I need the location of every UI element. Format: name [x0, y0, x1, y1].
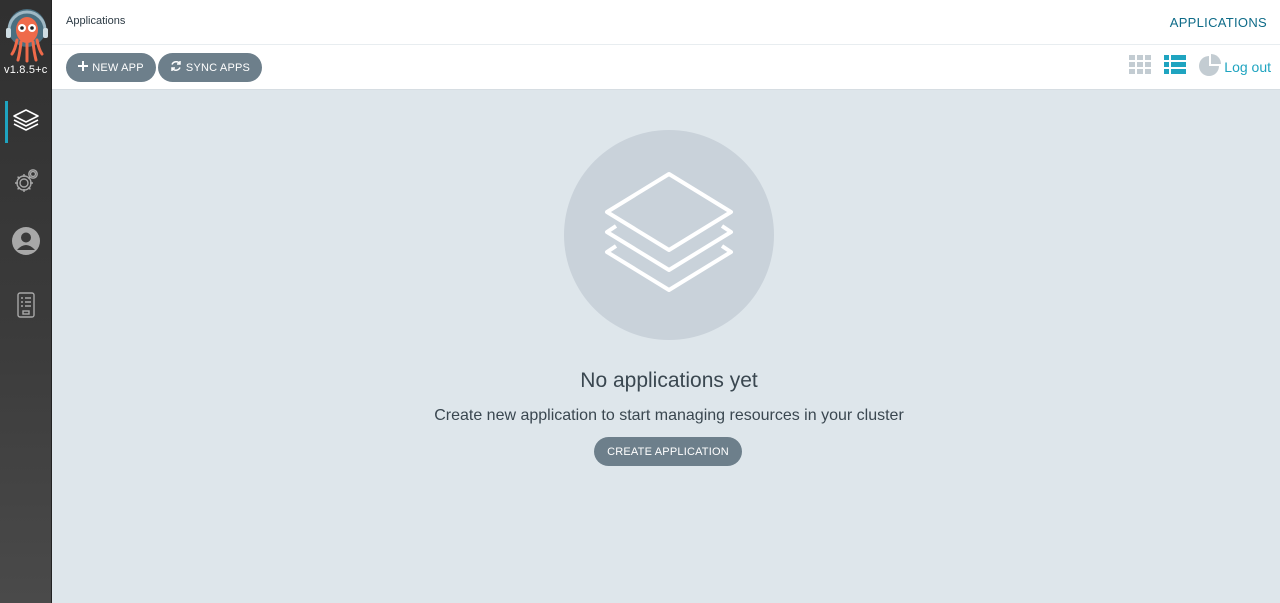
user-circle-icon: [11, 226, 41, 261]
tab-applications[interactable]: APPLICATIONS: [1170, 15, 1267, 30]
docs-icon: [15, 291, 37, 324]
list-icon[interactable]: [1163, 53, 1187, 77]
pie-chart-icon[interactable]: [1198, 53, 1222, 77]
top-bar: Applications APPLICATIONS: [52, 0, 1280, 45]
sidebar-item-user-info[interactable]: [0, 220, 52, 266]
new-app-button[interactable]: NEW APP: [66, 53, 156, 82]
sync-apps-button[interactable]: SYNC APPS: [158, 53, 262, 82]
new-app-label: NEW APP: [92, 61, 144, 74]
sidebar-item-applications[interactable]: [0, 99, 52, 145]
view-mode-switcher: [1128, 53, 1222, 77]
argo-logo[interactable]: [5, 8, 49, 64]
empty-state-illustration: [564, 130, 774, 340]
layers-icon: [12, 106, 40, 139]
sync-icon: [170, 60, 182, 75]
empty-state-subtitle: Create new application to start managing…: [434, 407, 904, 424]
sync-apps-label: SYNC APPS: [185, 61, 251, 74]
main-content: No applications yet Create new applicati…: [52, 90, 1280, 603]
empty-state-title: No applications yet: [580, 369, 758, 392]
sidebar-item-settings[interactable]: [0, 160, 52, 206]
logout-link[interactable]: Log out: [1224, 59, 1271, 75]
toolbar: NEW APP SYNC APPS Log out: [52, 45, 1280, 90]
version-label: v1.8.5+c: [4, 64, 48, 76]
plus-icon: [78, 61, 89, 74]
layers-icon: [599, 168, 739, 303]
gears-icon: [12, 167, 40, 200]
create-application-button[interactable]: CREATE APPLICATION: [594, 437, 742, 466]
sidebar-item-docs[interactable]: [0, 284, 52, 330]
page-title: Applications: [66, 15, 126, 27]
grid-icon[interactable]: [1128, 53, 1152, 77]
sidebar: v1.8.5+c: [0, 0, 52, 603]
